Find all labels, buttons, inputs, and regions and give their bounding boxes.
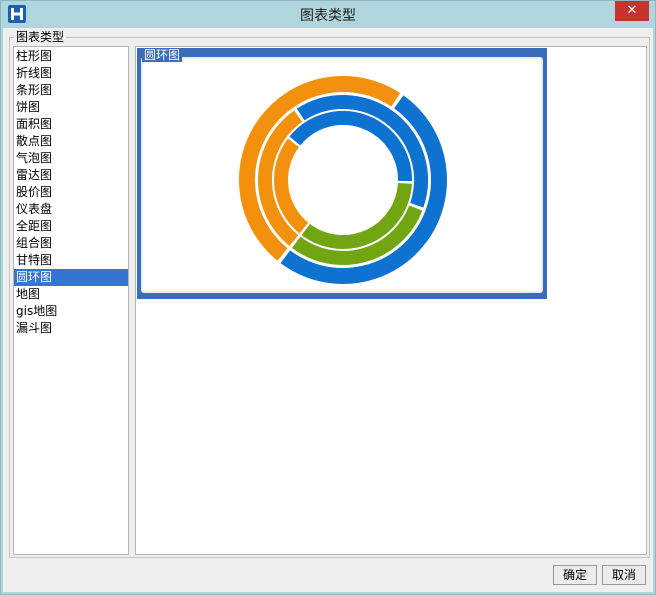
chart-type-item[interactable]: 仪表盘 bbox=[14, 201, 128, 218]
chart-type-item[interactable]: 漏斗图 bbox=[14, 320, 128, 337]
chart-type-item[interactable]: 柱形图 bbox=[14, 48, 128, 65]
close-icon: ✕ bbox=[626, 3, 638, 18]
chart-type-item[interactable]: 气泡图 bbox=[14, 150, 128, 167]
title-bar[interactable]: 图表类型 ✕ bbox=[1, 1, 655, 27]
chart-type-item[interactable]: 折线图 bbox=[14, 65, 128, 82]
chart-type-item[interactable]: 面积图 bbox=[14, 116, 128, 133]
window-title: 图表类型 bbox=[300, 8, 356, 24]
ring-3-segment-1 bbox=[274, 138, 309, 234]
preview-card: 圆环图 bbox=[137, 48, 547, 299]
chart-type-item[interactable]: 饼图 bbox=[14, 99, 128, 116]
ok-button[interactable]: 确定 bbox=[553, 565, 597, 585]
group-legend: 图表类型 bbox=[14, 30, 67, 44]
chart-type-group: 图表类型 柱形图 折线图 条形图 饼图 面积图 散点图 气泡图 雷达图 股价图 仪表盘 全距图 组合图… bbox=[9, 30, 650, 558]
chart-type-item[interactable]: 甘特图 bbox=[14, 252, 128, 269]
dialog-body: 图表类型 柱形图 折线图 条形图 饼图 面积图 散点图 气泡图 雷达图 股价图 仪表盘 全距图 组合图… bbox=[3, 28, 653, 592]
chart-type-item[interactable]: 条形图 bbox=[14, 82, 128, 99]
doughnut-chart bbox=[239, 76, 447, 284]
chart-type-dialog: 图表类型 ✕ 图表类型 柱形图 折线图 条形图 饼图 面积图 散点图 气泡图 雷达图 股价图 仪表… bbox=[0, 0, 656, 595]
chart-type-list[interactable]: 柱形图 折线图 条形图 饼图 面积图 散点图 气泡图 雷达图 股价图 仪表盘 全距图 组合图 甘特图 圆环… bbox=[13, 46, 129, 555]
cancel-button[interactable]: 取消 bbox=[602, 565, 646, 585]
chart-type-item[interactable]: gis地图 bbox=[14, 303, 128, 320]
ring-3-segment-2 bbox=[289, 111, 412, 182]
close-button[interactable]: ✕ bbox=[615, 1, 649, 21]
chart-type-item[interactable]: 散点图 bbox=[14, 133, 128, 150]
chart-type-item[interactable]: 组合图 bbox=[14, 235, 128, 252]
preview-title: 圆环图 bbox=[142, 48, 183, 62]
chart-type-item[interactable]: 圆环图 bbox=[14, 269, 128, 286]
chart-preview-panel: 圆环图 bbox=[135, 46, 647, 555]
chart-type-item[interactable]: 全距图 bbox=[14, 218, 128, 235]
chart-type-item[interactable]: 雷达图 bbox=[14, 167, 128, 184]
preview-card-frame bbox=[141, 57, 543, 293]
chart-type-item[interactable]: 地图 bbox=[14, 286, 128, 303]
chart-type-item[interactable]: 股价图 bbox=[14, 184, 128, 201]
